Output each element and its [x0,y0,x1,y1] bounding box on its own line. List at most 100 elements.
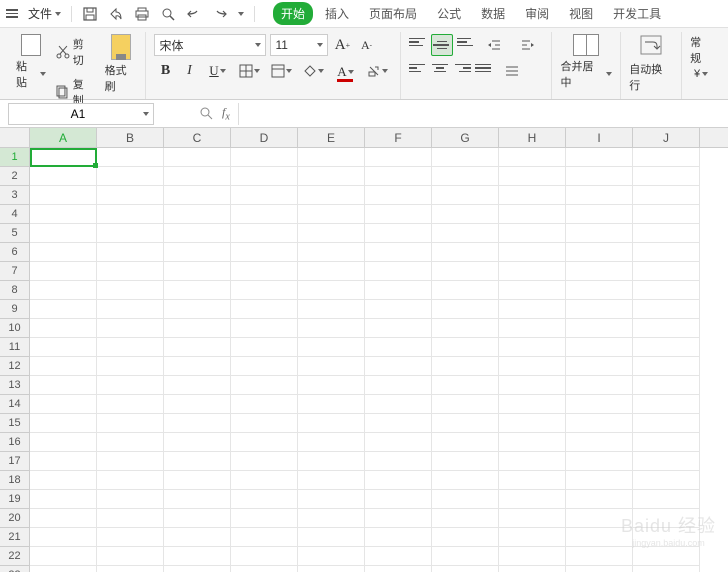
cell[interactable] [633,490,700,509]
cell[interactable] [365,281,432,300]
cell[interactable] [164,300,231,319]
row-header[interactable]: 21 [0,528,30,547]
cell[interactable] [633,471,700,490]
cell[interactable] [231,300,298,319]
cell[interactable] [365,243,432,262]
cell[interactable] [499,547,566,566]
tab-insert[interactable]: 插入 [317,2,357,25]
row-header[interactable]: 8 [0,281,30,300]
cell[interactable] [30,395,97,414]
cell[interactable] [432,490,499,509]
cell[interactable] [499,490,566,509]
cell[interactable] [231,509,298,528]
currency-button[interactable]: ¥ [694,68,708,80]
name-box[interactable] [8,103,154,125]
cell[interactable] [499,452,566,471]
number-format-select[interactable]: 常规 [690,34,712,66]
cell[interactable] [633,357,700,376]
align-top-icon[interactable] [409,34,427,50]
cell[interactable] [231,205,298,224]
cell[interactable] [499,224,566,243]
cell[interactable] [365,452,432,471]
cell[interactable] [633,528,700,547]
row-header[interactable]: 1 [0,148,30,167]
cell[interactable] [365,471,432,490]
cell[interactable] [633,262,700,281]
cell[interactable] [432,452,499,471]
cell[interactable] [231,224,298,243]
cell[interactable] [164,547,231,566]
fill-color-button[interactable] [298,60,328,82]
cell[interactable] [298,528,365,547]
align-right-icon[interactable] [453,60,471,76]
cell[interactable] [633,186,700,205]
column-header[interactable]: E [298,128,365,147]
cell[interactable] [30,300,97,319]
cell[interactable] [566,243,633,262]
cell[interactable] [30,281,97,300]
cell[interactable] [499,148,566,167]
cell[interactable] [97,281,164,300]
cell[interactable] [231,471,298,490]
cell[interactable] [97,471,164,490]
tab-developer[interactable]: 开发工具 [605,2,669,25]
cell[interactable] [432,167,499,186]
menu-icon[interactable] [6,9,18,18]
cell[interactable] [566,566,633,572]
cell[interactable] [231,528,298,547]
align-center-icon[interactable] [431,60,449,76]
cell[interactable] [164,452,231,471]
column-header[interactable]: A [30,128,97,147]
cell[interactable] [633,566,700,572]
cell[interactable] [298,566,365,572]
indent-decrease-icon[interactable] [479,34,509,56]
cell[interactable] [298,452,365,471]
cells-area[interactable] [30,148,700,572]
cell[interactable] [164,509,231,528]
cell[interactable] [231,319,298,338]
cell[interactable] [231,186,298,205]
cell[interactable] [499,281,566,300]
align-justify-icon[interactable] [475,60,493,76]
cell[interactable] [164,528,231,547]
cell[interactable] [164,357,231,376]
cell[interactable] [365,167,432,186]
align-bottom-icon[interactable] [457,34,475,50]
cell[interactable] [30,509,97,528]
cell-style-button[interactable] [266,60,296,82]
cell[interactable] [499,300,566,319]
cut-button[interactable]: 剪切 [56,34,95,70]
print-icon[interactable] [134,6,150,22]
align-middle-icon[interactable] [431,34,453,56]
cell[interactable] [97,395,164,414]
cell[interactable] [231,376,298,395]
cell[interactable] [30,547,97,566]
cell[interactable] [499,319,566,338]
cell[interactable] [298,414,365,433]
cell[interactable] [97,205,164,224]
row-header[interactable]: 4 [0,205,30,224]
row-header[interactable]: 20 [0,509,30,528]
cell[interactable] [633,205,700,224]
cell[interactable] [97,224,164,243]
cell[interactable] [499,205,566,224]
tab-home[interactable]: 开始 [273,2,313,25]
cell[interactable] [164,224,231,243]
cell[interactable] [566,319,633,338]
cell[interactable] [633,547,700,566]
cell[interactable] [566,528,633,547]
cell[interactable] [633,281,700,300]
cell[interactable] [97,433,164,452]
cell[interactable] [298,186,365,205]
row-header[interactable]: 6 [0,243,30,262]
cell[interactable] [633,376,700,395]
row-header[interactable]: 11 [0,338,30,357]
border-button[interactable] [234,60,264,82]
cell[interactable] [432,319,499,338]
cell[interactable] [566,376,633,395]
cell[interactable] [432,148,499,167]
decrease-font-icon[interactable]: A- [356,34,376,56]
cell[interactable] [97,414,164,433]
cell[interactable] [499,414,566,433]
column-header[interactable]: B [97,128,164,147]
